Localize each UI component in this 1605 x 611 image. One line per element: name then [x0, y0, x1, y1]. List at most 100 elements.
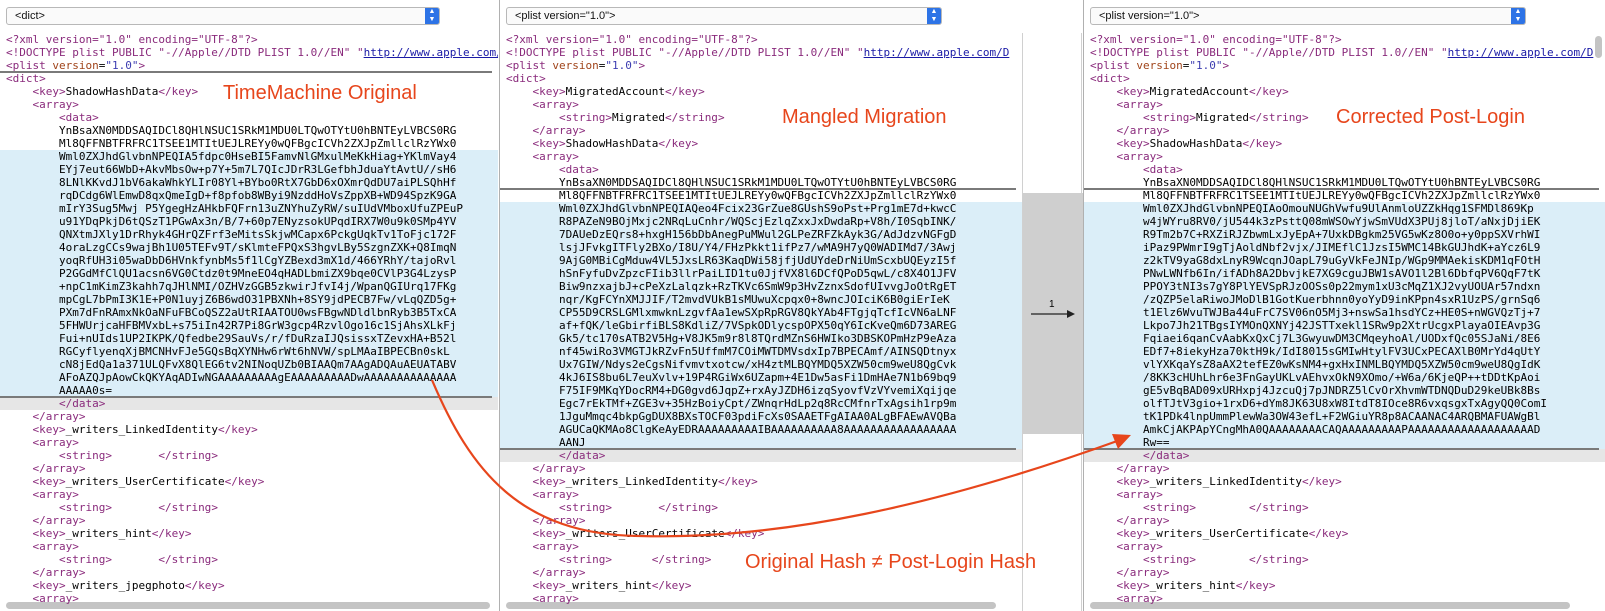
code-line: <!DOCTYPE plist PUBLIC "-//Apple//DTD PL… [506, 46, 1010, 59]
code-line: </array> [32, 514, 86, 527]
code-line: <key>_writers_UserCertificate</key> [532, 527, 765, 540]
diff-marker[interactable]: 1 [1029, 299, 1075, 320]
code-line: Wml0ZXJhdGlvbnNPEQIAoOmouNUGhVwfu9UlAnml… [1084, 202, 1605, 215]
code-line: 8LNlKKvdJ1bV6akaWhkYLIr08Yl+BYbo0RtX7GbD… [0, 176, 498, 189]
code-line: <string> </string> [1142, 501, 1309, 514]
code-line: </array> [1116, 566, 1170, 579]
code-line: Gk5/tc170sATB2V5Hg+V8JK5m9r8l8TQrdMZnS6H… [500, 332, 1022, 345]
code-line: <?xml version="1.0" encoding="UTF-8"?> [6, 33, 258, 46]
code-line: hSnFyfuDvZpzcFIib3llrPaiLID1tu0JjfVX8l6D… [500, 267, 1022, 280]
left-structure-selector[interactable]: <dict> ▲ ▼ [6, 7, 440, 25]
code-line: Fui+nUIds1UP2IKPK/Qfedbe29SauVs/r/fDuRza… [0, 332, 498, 345]
code-line: <data> [558, 163, 599, 176]
code-line: </array> [1116, 514, 1170, 527]
code-line: /zQZP5elaRiwoJMoDlB1GotKuerbhnn0yoYyD9in… [1084, 293, 1605, 306]
code-line: af+fQK/leGbirfiBLS8KdliZ/7VSpkODlycspOPX… [500, 319, 1022, 332]
right-selector-label: <plist version="1.0"> [1099, 10, 1200, 22]
code-line: olfTJtV3gio+1rxD6+dYm8JK63U8xW8ItdT8IOce… [1084, 397, 1605, 410]
code-line: P2GGdMfClQU1acsn6VG0Ctdz0t9MneEO4qHADLbm… [0, 267, 498, 280]
code-line: Wml0ZXJhdGlvbnNPEQIA5fdpc0HseBI5FamvNlGM… [0, 150, 498, 163]
code-line: <array> [1116, 150, 1163, 163]
code-line: <?xml version="1.0" encoding="UTF-8"?> [506, 33, 758, 46]
code-line: </data> [500, 449, 1022, 462]
code-line: AGUCaQKMAo8ClgKeAyEDRAAAAAAAAAIBAAAAAAAA… [500, 423, 1022, 436]
code-line: Egc7rEkTMf+ZGE3v+35HzBoiyCpt/ZWnqrHdLp2q… [500, 397, 1022, 410]
code-line: 4oraLzgCCs9wajBh1U05TEFv9T/sKlmteFPQxS3h… [0, 241, 498, 254]
code-line: yoqRfUH3i05waDbD6HVnkfynbMs5f1lCgYZBexd3… [0, 254, 498, 267]
code-line: <key>_writers_hint</key> [1116, 579, 1276, 592]
code-line: EDf7+8iekyHza70ktH9k/IdI8015sGMIwHtylFV3… [1084, 345, 1605, 358]
code-line: F75IF9MKqYDocRM4+DG0gvd6JqpZ+rxAyJZDH6iz… [500, 384, 1022, 397]
code-line: <!DOCTYPE plist PUBLIC "-//Apple//DTD PL… [6, 46, 498, 59]
code-line: cN8jEdQa1a371ULQFvX8QlEG6tv2NINoqUZb0BIA… [0, 358, 498, 371]
code-line: <string> </string> [58, 501, 218, 514]
diff-separator [0, 71, 492, 73]
right-annotation-label: Corrected Post-Login [1336, 106, 1525, 128]
code-line: Fqiaei6qanCvAabKxQxCj7L3GwyuwDM3CMqeyhoA… [1084, 332, 1605, 345]
code-line: <key>_writers_LinkedIdentity</key> [532, 475, 758, 488]
code-line: </array> [32, 566, 86, 579]
code-line: <array> [1116, 488, 1163, 501]
code-line: <string> </string> [58, 449, 218, 462]
code-line: Ml8QFFNBTFRFRC1TSEE1MTItUEJLREYy0wQFBgcI… [6, 137, 457, 150]
chevron-updown-icon: ▲ ▼ [425, 8, 439, 24]
code-line: <array> [1116, 592, 1163, 605]
code-line: PNwLWNfb6In/ifADh8A2DbvjkE7XG9cguJBW1sAV… [1084, 267, 1605, 280]
code-line: Ml8QFFNBTFRFRC1TSEE1MTItUEJLREYy0wQFBgcI… [506, 189, 957, 202]
code-line: <key>ShadowHashData</key> [1116, 137, 1283, 150]
left-annotation-label: TimeMachine Original [223, 82, 417, 104]
code-line: 4kJ6IS8bu6L7euXvlv+19P4RGiWx6UZapm+4E1Dw… [500, 371, 1022, 384]
code-line: <key>ShadowHashData</key> [532, 137, 699, 150]
code-line: <string> </string> [558, 501, 718, 514]
code-line: PPOY3tNI3s7gY8PlYEVSpRJzOOSs0p22mym1xU3c… [1084, 280, 1605, 293]
arrow-annotation-label: Original Hash ≠ Post-Login Hash [745, 551, 1037, 573]
code-line: Biw9nzxajbJ+cPeXzLalqzk+RzTKVc6SmW9p3HvZ… [500, 280, 1022, 293]
middle-pane: <plist version="1.0"> ▲ ▼ <?xml version="… [500, 0, 1022, 611]
code-line: </array> [32, 410, 86, 423]
code-line: <key>_writers_hint</key> [32, 527, 192, 540]
code-line: </array> [532, 462, 586, 475]
code-line: z2kTV9yaG8dxLnyR9WcqnJOapL79uGyVkFeJNIp/… [1084, 254, 1605, 267]
middle-structure-selector[interactable]: <plist version="1.0"> ▲ ▼ [506, 7, 942, 25]
code-line: 7DAUeDzEQrs8+hxgH156bDbAnegPuMWul2GLPeZR… [500, 228, 1022, 241]
code-line: 5FHWUrjcaHFBMVxbL+s75iIn42R7Pi8GrW3gcp4R… [0, 319, 498, 332]
code-line: AmkCjAKPApYCngMhA0QAAAAAAAACAQAAAAAAAAAP… [1084, 423, 1605, 436]
chevron-updown-icon: ▲ ▼ [927, 8, 941, 24]
code-line: RGCyflyenqXjBMCNHvFJe5GQsBqXYNHw6rWt6hNV… [0, 345, 498, 358]
code-line: 1JguMmqc4bkpGgDUX8BXsTOCF03pdiFcXs0SAAET… [500, 410, 1022, 423]
code-line: <dict> [1090, 72, 1130, 85]
diff-separator [1084, 448, 1599, 450]
code-line: </data> [0, 397, 498, 410]
middle-annotation-label: Mangled Migration [782, 106, 947, 128]
code-line: <string> </string> [58, 553, 218, 566]
code-line: /8KK3cHUhLhr6e3FnGayUKLvAEhvxOkN9XOmo/+W… [1084, 371, 1605, 384]
middle-selector-label: <plist version="1.0"> [515, 10, 616, 22]
code-line: <key>_writers_LinkedIdentity</key> [32, 423, 258, 436]
code-line: <key>_writers_LinkedIdentity</key> [1116, 475, 1342, 488]
code-line: R8PAZeN9BOjMxjc2NRqLuCnhr/WQScjEzlqZxxJx… [500, 215, 1022, 228]
code-line: gE5vBqBAD09xURHxpj4JzcuQj7pJNDRZ5lCvOrXh… [1084, 384, 1605, 397]
code-line: <key>_writers_UserCertificate</key> [1116, 527, 1349, 540]
code-line: <array> [1116, 540, 1163, 553]
code-line: <data> [1142, 163, 1183, 176]
code-line: QNXtmJXly1DrRhyk4GHrQZFrf3eMitsSkjwMCapx… [0, 228, 498, 241]
code-line: R9Tm2b7C+RXZiRJZbwmLxJyEpA+7UxkDBgkm25VG… [1084, 228, 1605, 241]
code-line: w4jWYru8RV0/jU544k3zPsttQ08mWSOwYjwSmVUd… [1084, 215, 1605, 228]
code-line: <key>MigratedAccount</key> [532, 85, 705, 98]
code-line: iPaz9PWmrI9gTjAoldNbf2vjx/JIMEflC1JzsI5W… [1084, 241, 1605, 254]
left-code-view[interactable]: <?xml version="1.0" encoding="UTF-8"?> <!… [0, 33, 498, 605]
code-line: </array> [532, 514, 586, 527]
diff-gutter: 1 [1022, 33, 1083, 611]
code-line: <!DOCTYPE plist PUBLIC "-//Apple//DTD PL… [1090, 46, 1594, 59]
code-line: <array> [32, 488, 79, 501]
right-structure-selector[interactable]: <plist version="1.0"> ▲ ▼ [1090, 7, 1526, 25]
code-line: u91YDqPkjD6tQSzT1PGwAx3n/B/7+60p7ENyzsok… [0, 215, 498, 228]
right-pane: <plist version="1.0"> ▲ ▼ <?xml version="… [1084, 0, 1605, 611]
code-line: <key>MigratedAccount</key> [1116, 85, 1289, 98]
code-line: <string> </string> [1142, 553, 1309, 566]
code-line: vlYXKqaYsZ8aAX2tefEZ0wKsNM4+gxHxINMLBQYM… [1084, 358, 1605, 371]
code-line: </array> [1116, 462, 1170, 475]
code-line: Ux7GIW/Ndys2eCgsNifvmvtxotcw/xH4ztMLBQYM… [500, 358, 1022, 371]
code-line: <plist version="1.0"> [506, 59, 646, 72]
diff-separator [0, 396, 492, 398]
